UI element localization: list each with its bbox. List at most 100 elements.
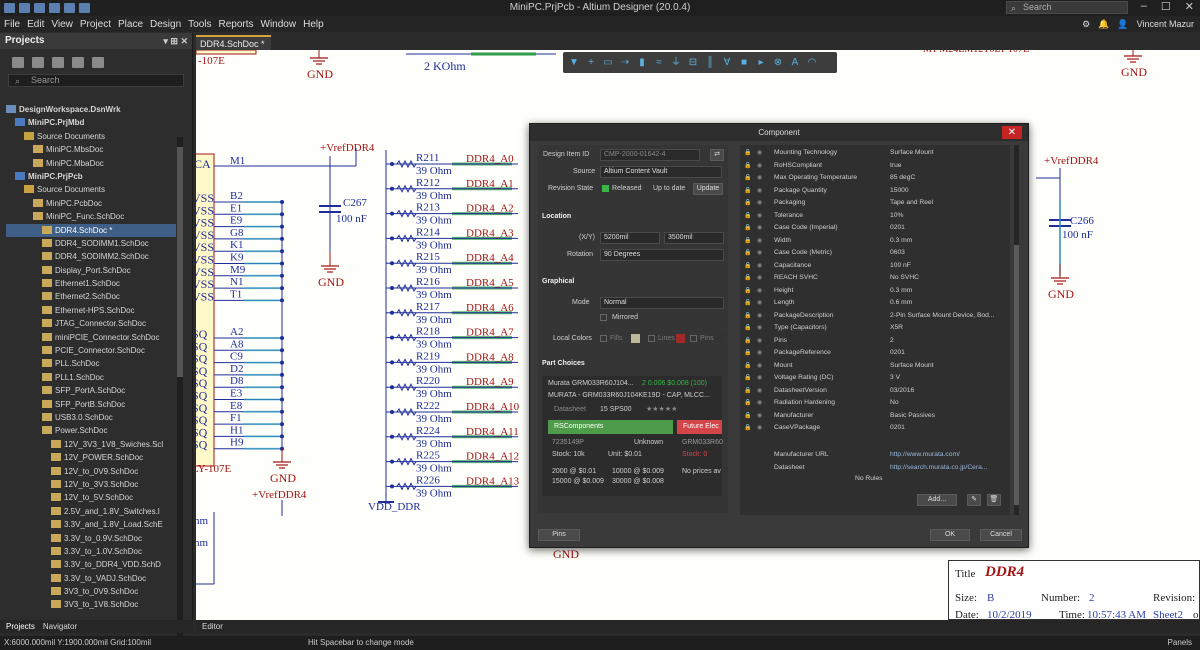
tree-item[interactable]: 3.3V_to_1.0V.SchDoc [6,545,176,558]
rotation-select[interactable]: 90 Degrees [600,249,724,261]
parameter-row[interactable]: 🔒 ◉ Radiation Hardening No [740,397,1010,410]
parameter-row[interactable]: 🔒 ◉ CaseVPackage 0201 [740,422,1010,435]
power-port-icon[interactable]: ⏚ [671,57,681,68]
parameter-row[interactable]: 🔒 ◉ PackageDescription 2-Pin Surface Mount … [740,310,1010,323]
parameter-row[interactable]: 🔒 ◉ Type (Capacitors) X5R [740,322,1010,335]
tree-item[interactable]: MiniPC.PrjMbd [6,116,176,129]
tree-item[interactable]: USB3.0.SchDoc [6,411,176,424]
visibility-icon[interactable]: ◉ [757,297,762,310]
parameter-value[interactable]: 0603 [890,247,905,260]
parameter-value[interactable]: 0201 [890,222,905,235]
lock-icon[interactable]: 🔒 [744,235,751,248]
design-item-id-field[interactable]: CMP-2000-01642-4 [600,149,700,161]
pins-button[interactable]: Pins [538,529,580,541]
parameter-value[interactable]: Surface Mount [890,360,934,373]
folder-icon[interactable] [49,3,60,13]
parameter-value[interactable]: Surface Mount [890,147,934,160]
parameter-row[interactable]: 🔒 ◉ Width 0.3 mm [740,235,1010,248]
bus-icon[interactable]: ║ [705,57,715,68]
parameter-value[interactable]: 85 degC [890,172,915,185]
lock-icon[interactable]: 🔒 [744,360,751,373]
delete-icon[interactable]: 🗑 [987,494,1001,506]
graphical-section-header[interactable]: Graphical [542,278,574,285]
folder-open-icon[interactable] [52,57,64,68]
tab-editor[interactable]: Editor [202,622,223,631]
lock-icon[interactable]: 🔒 [744,197,751,210]
visibility-icon[interactable]: ◉ [757,310,762,323]
parameter-value[interactable]: 2-Pin Surface Mount Device, Bod... [890,310,994,323]
align-icon[interactable]: ▮ [637,57,647,68]
x-input[interactable]: 5200mil [600,232,660,244]
tree-item[interactable]: MiniPC.MbaDoc [6,157,176,170]
parameter-value[interactable]: 100 nF [890,260,911,273]
parameter-row[interactable]: 🔒 ◉ Packaging Tape and Reel [740,197,1010,210]
lock-icon[interactable]: 🔒 [744,385,751,398]
arc-icon[interactable]: ◠ [807,57,817,68]
menu-reports[interactable]: Reports [219,19,254,30]
lock-icon[interactable]: 🔒 [744,347,751,360]
part-icon[interactable]: ⊟ [688,57,698,68]
minimize-icon[interactable]: – [1141,0,1147,13]
part-choice-card[interactable]: Murata GRM033R60J104... 2 0.006 $0.008 (… [542,376,723,496]
projects-search-input[interactable]: ⌕ Search [8,74,184,87]
fills-checkbox[interactable] [600,335,607,342]
save-icon[interactable] [4,3,15,13]
tree-item[interactable]: Power.SchDoc [6,424,176,437]
lock-icon[interactable]: 🔒 [744,310,751,323]
lock-icon[interactable]: 🔒 [744,185,751,198]
lines-checkbox[interactable] [648,335,655,342]
parameter-row[interactable]: 🔒 ◉ Mount Surface Mount [740,360,1010,373]
parameter-row[interactable]: 🔒 ◉ REACH SVHC No SVHC [740,272,1010,285]
text-icon[interactable]: A [790,57,800,68]
menu-help[interactable]: Help [303,19,324,30]
user-name[interactable]: Vincent Mazur [1137,19,1194,29]
gear-icon[interactable]: ⚙ [1082,19,1090,30]
panel-controls[interactable]: ▾ ⊞ ✕ [163,33,188,49]
visibility-icon[interactable]: ◉ [757,335,762,348]
cross-icon[interactable]: + [586,57,596,68]
menu-window[interactable]: Window [261,19,297,30]
parameter-value[interactable]: 0.6 mm [890,297,912,310]
parameter-value[interactable]: 0201 [890,422,905,435]
lock-icon[interactable]: 🔒 [744,272,751,285]
visibility-icon[interactable]: ◉ [757,235,762,248]
no-erc-icon[interactable]: ⊗ [773,57,783,68]
lock-icon[interactable]: 🔒 [744,335,751,348]
parameter-value[interactable]: 10% [890,210,903,223]
filter-icon[interactable]: ▼ [569,57,579,68]
parameter-row[interactable]: 🔒 ◉ Pins 2 [740,335,1010,348]
redo-icon[interactable] [79,3,90,13]
bell-icon[interactable]: 🔔 [1098,19,1109,30]
visibility-icon[interactable]: ◉ [757,410,762,423]
parameter-value[interactable]: No SVHC [890,272,919,285]
tree-item[interactable]: SFP_PortB.SchDoc [6,398,176,411]
tree-item[interactable]: 3V3_to_0V9.SchDoc [6,585,176,598]
visibility-icon[interactable]: ◉ [757,422,762,435]
visibility-icon[interactable]: ◉ [757,385,762,398]
tree-item[interactable]: DDR4.SchDoc * [6,223,176,237]
visibility-icon[interactable]: ◉ [757,260,762,273]
tree-item[interactable]: 12V_to_0V9.SchDoc [6,465,176,478]
tree-item[interactable]: 12V_to_5V.SchDoc [6,491,176,504]
visibility-icon[interactable]: ◉ [757,197,762,210]
parameter-row[interactable]: 🔒 ◉ Mounting Technology Surface Mount [740,147,1010,160]
add-parameter-button[interactable]: Add... [917,494,957,506]
tree-item[interactable]: DDR4_SODIMM1.SchDoc [6,237,176,250]
visibility-icon[interactable]: ◉ [757,147,762,160]
link-url[interactable]: http://www.murata.com/ [890,449,960,462]
tree-scrollbar[interactable] [177,137,183,637]
tree-item[interactable]: DDR4_SODIMM2.SchDoc [6,250,176,263]
tree-item[interactable]: Source Documents [6,130,176,143]
parameter-row[interactable]: 🔒 ◉ Height 0.3 mm [740,285,1010,298]
move-icon[interactable]: ⇢ [620,57,630,68]
menu-design[interactable]: Design [150,19,181,30]
source-select[interactable]: Altium Content Vault [600,166,722,178]
lock-icon[interactable]: 🔒 [744,397,751,410]
parameter-value[interactable]: 0201 [890,347,905,360]
tab-projects[interactable]: Projects [6,620,35,633]
tree-item[interactable]: PLL.SchDoc [6,357,176,370]
cancel-button[interactable]: Cancel [980,529,1022,541]
parameter-row[interactable]: 🔒 ◉ Case Code (Imperial) 0201 [740,222,1010,235]
port-icon[interactable]: ■ [739,57,749,68]
tree-item[interactable]: 3.3V_to_0.9V.SchDoc [6,532,176,545]
